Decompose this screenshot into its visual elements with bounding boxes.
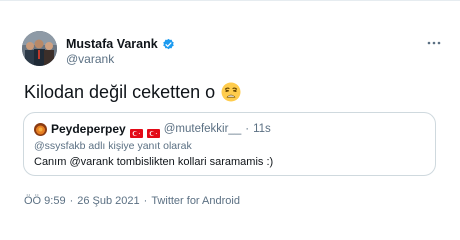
- quoted-timestamp[interactable]: 11s: [253, 121, 271, 137]
- quoted-avatar-icon: [34, 122, 47, 136]
- author-avatar[interactable]: [22, 31, 57, 66]
- tweet-card: Mustafa Varank @varank Kilodan değil cek…: [0, 0, 460, 240]
- tweet-metadata: ÖÖ 9:59 · 26 Şub 2021 · Twitter for Andr…: [24, 194, 240, 208]
- quoted-text: Canım @varank tombislikten kollari saram…: [34, 156, 274, 168]
- quoted-tweet[interactable]: Peydeperpey @mutefekkir__ · 11s @ssysfak…: [23, 112, 436, 176]
- quoted-author-name[interactable]: Peydeperpey: [51, 121, 126, 137]
- verified-badge-icon: [162, 38, 175, 51]
- turkey-flag-icon: [129, 125, 143, 138]
- separator-dot: ·: [143, 195, 148, 207]
- group-photo-avatar-icon: [22, 31, 57, 66]
- tweet-source[interactable]: Twitter for Android: [151, 194, 240, 208]
- tweet-time[interactable]: ÖÖ 9:59: [24, 194, 66, 208]
- quoted-avatar[interactable]: [34, 122, 47, 136]
- author-name[interactable]: Mustafa Varank: [66, 36, 158, 52]
- quoted-author-handle[interactable]: @mutefekkir__: [164, 121, 242, 137]
- quoted-header: Peydeperpey @mutefekkir__ · 11s: [34, 121, 271, 138]
- author-handle[interactable]: @varank: [66, 52, 114, 67]
- more-options-button[interactable]: [424, 36, 444, 50]
- quoted-reply-context: @ssysfakb adlı kişiye yanıt olarak: [34, 140, 192, 152]
- separator-dot: ·: [245, 123, 250, 135]
- tweet-body: Kilodan değil ceketten o: [24, 82, 216, 102]
- divider: [0, 0, 460, 1]
- tweet-date[interactable]: 26 Şub 2021: [77, 194, 139, 208]
- weary-face-emoji-icon: [221, 82, 241, 102]
- tweet-text: Kilodan değil ceketten o: [24, 80, 241, 104]
- ellipsis-icon: [427, 41, 441, 45]
- separator-dot: ·: [69, 195, 74, 207]
- turkey-flag-icon: [146, 125, 160, 138]
- author-name-row[interactable]: Mustafa Varank: [66, 36, 175, 52]
